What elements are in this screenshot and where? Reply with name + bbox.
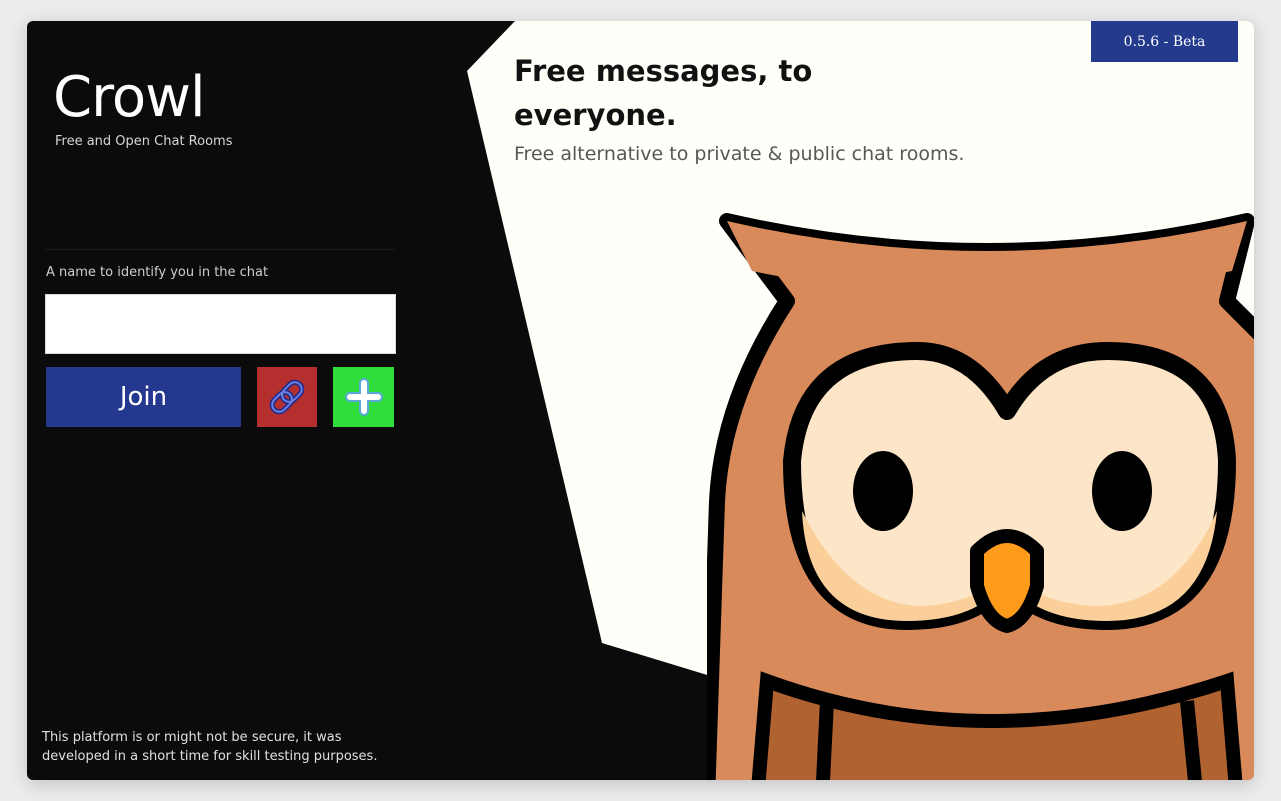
disclaimer-text: This platform is or might not be secure,… <box>42 730 378 764</box>
owl-illustration <box>707 213 1254 780</box>
app-window: Crowl Free and Open Chat Rooms A name to… <box>27 21 1254 780</box>
plus-icon <box>344 378 383 416</box>
hero-subheading: Free alternative to private & public cha… <box>514 143 965 165</box>
join-by-link-button[interactable] <box>257 367 317 427</box>
link-icon <box>269 379 305 415</box>
brand-subtitle: Free and Open Chat Rooms <box>55 134 233 149</box>
divider <box>45 249 395 250</box>
hero-heading: Free messages, to everyone. <box>514 54 813 132</box>
name-input[interactable] <box>45 294 396 354</box>
brand-title: Crowl <box>53 65 206 130</box>
name-field-label: A name to identify you in the chat <box>46 265 269 280</box>
version-badge: 0.5.6 - Beta <box>1091 21 1238 62</box>
join-button[interactable]: Join <box>46 367 241 427</box>
create-room-button[interactable] <box>333 367 394 427</box>
